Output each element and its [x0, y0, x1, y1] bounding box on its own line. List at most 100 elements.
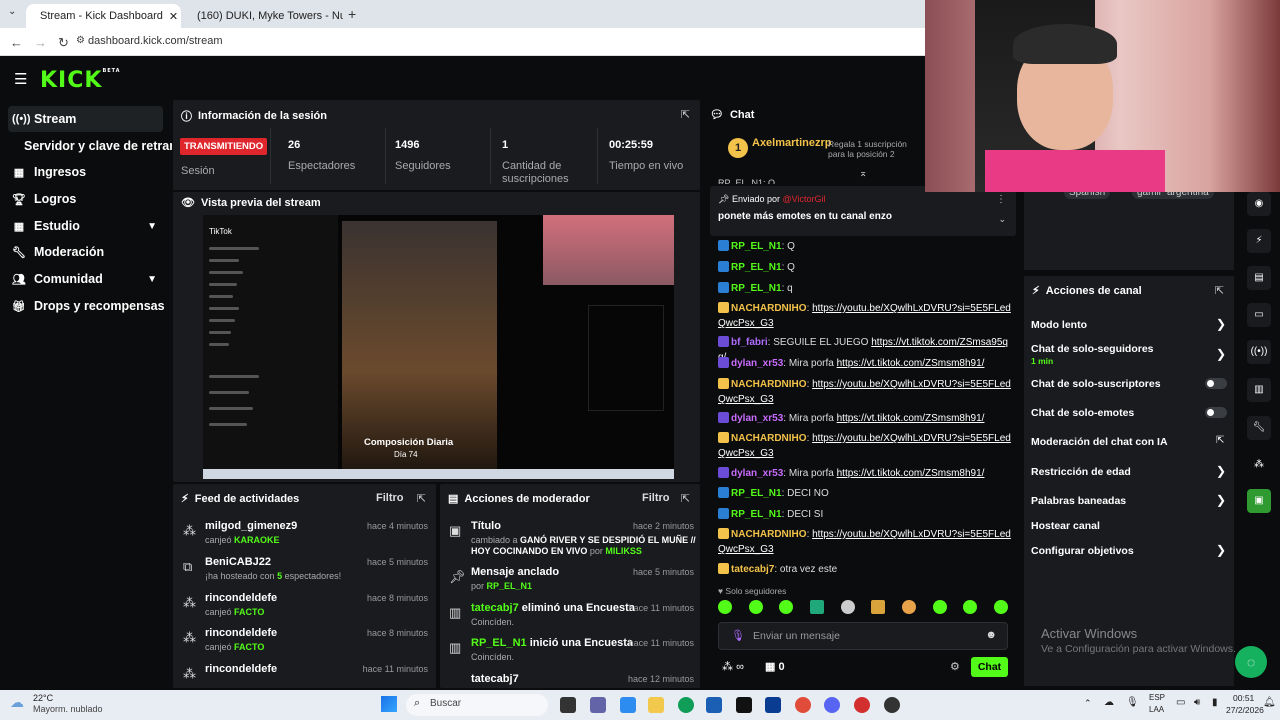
chevron-down-icon[interactable]: ⌄ [998, 214, 1006, 225]
send-chat-button[interactable]: Chat [971, 657, 1008, 677]
chat-username[interactable]: NACHARDNIHO [731, 303, 807, 314]
emote-icon[interactable] [932, 600, 947, 614]
emote-icon[interactable] [901, 600, 916, 614]
sidebar-item-drops[interactable]: 🎁︎ Drops y recompensas [8, 293, 165, 319]
chrome-icon[interactable] [795, 697, 811, 713]
kick-logo[interactable]: KICKBETA [40, 68, 121, 93]
clock-time[interactable]: 00:51 [1233, 693, 1254, 703]
site-info-icon[interactable]: ⚙ [76, 35, 85, 46]
chevron-right-icon[interactable]: ❯ [1216, 493, 1226, 507]
edge-icon[interactable] [678, 697, 694, 713]
language-code[interactable]: ESP [1149, 693, 1165, 702]
chat-username[interactable]: tatecabj7 [731, 564, 774, 575]
sidebar-item-moderacion[interactable]: 🔧︎ Moderación [8, 239, 163, 265]
points-icon[interactable]: ⁂ [1247, 453, 1271, 477]
chat-icon[interactable]: ▭ [1247, 303, 1271, 327]
keyboard-layout[interactable]: LAA [1149, 705, 1164, 714]
chevron-right-icon[interactable]: ❯ [1216, 347, 1226, 361]
chat-username[interactable]: dylan_xr53 [731, 413, 783, 424]
chat-username[interactable]: RP_EL_N1 [731, 283, 782, 294]
chevron-up-icon[interactable]: ⌃ [1084, 698, 1092, 709]
emotes-only-toggle[interactable] [1205, 407, 1227, 418]
sidebar-item-estudio[interactable]: ▦ Estudio ▼ [8, 213, 163, 239]
weather-desc[interactable]: Mayorm. nublado [33, 704, 103, 714]
camera-icon[interactable]: ◉ [1247, 192, 1271, 216]
tab-youtube[interactable]: (160) DUKI, Myke Towers - Nue ✕ [183, 4, 343, 28]
menu-icon[interactable]: ☰ [14, 70, 27, 88]
tiktok-icon[interactable] [736, 697, 752, 713]
feed-user[interactable]: rincondeldefe [205, 592, 277, 604]
copilot-icon[interactable] [620, 697, 636, 713]
emote-icon[interactable] [993, 600, 1008, 614]
app-icon[interactable] [854, 697, 870, 713]
task-view-icon[interactable] [560, 697, 576, 713]
filter-button[interactable]: Filtro [642, 492, 670, 504]
wrench-icon[interactable]: 🔧︎ [1247, 416, 1271, 440]
sidebar-item-server-key[interactable]: Servidor y clave de retransm [20, 133, 172, 159]
back-icon[interactable]: ← [10, 35, 23, 50]
filter-button[interactable]: Filtro [376, 492, 404, 504]
action-banned-words[interactable]: Palabras baneadas [1031, 495, 1231, 507]
popout-icon[interactable]: ⇱ [1215, 284, 1224, 297]
chat-username[interactable]: RP_EL_N1 [731, 241, 782, 252]
broadcast-icon[interactable]: ((•)) [1247, 340, 1271, 364]
chat-link[interactable]: https://vt.tiktok.com/ZSmsm8h91/ [837, 358, 985, 369]
app-icon[interactable]: ▣ [1247, 489, 1271, 513]
feed-user[interactable]: rincondeldefe [205, 627, 277, 639]
support-icon[interactable]: ◌ [1235, 646, 1267, 678]
photoshop-icon[interactable] [765, 697, 781, 713]
action-slow-mode[interactable]: Modo lento [1031, 319, 1231, 331]
sidebar-item-stream[interactable]: ((•)) Stream [8, 106, 163, 132]
gifts-display[interactable]: ▦ 0 [765, 660, 785, 673]
action-goals[interactable]: Configurar objetivos [1031, 545, 1231, 557]
chat-username[interactable]: NACHARDNIHO [731, 433, 807, 444]
action-followers-only[interactable]: Chat de solo-seguidores 1 min [1031, 343, 1231, 367]
sidebar-item-logros[interactable]: 🏆︎ Logros [8, 186, 163, 212]
chat-username[interactable]: RP_EL_N1 [731, 488, 782, 499]
network-icon[interactable]: ☁ [1104, 697, 1114, 708]
wifi-icon[interactable]: ▭ [1176, 697, 1185, 708]
action-host-channel[interactable]: Hostear canal [1031, 520, 1231, 532]
tab-list-icon[interactable]: ⌄ [8, 6, 16, 17]
action-subs-only[interactable]: Chat de solo-suscriptores [1031, 378, 1231, 390]
notifications-icon[interactable]: 🔔︎ [1263, 697, 1276, 708]
emote-icon[interactable] [718, 600, 732, 614]
teams-icon[interactable] [590, 697, 606, 713]
stream-preview-video[interactable]: TikTok Composición Diaria Día 74 [203, 215, 674, 479]
mic-icon[interactable]: 🎙︎ [731, 629, 745, 642]
emote-icon[interactable] [748, 600, 763, 614]
popout-icon[interactable]: ⇱ [681, 492, 690, 505]
bolt-icon[interactable]: ⚡︎ [1247, 229, 1271, 253]
emote-icon[interactable] [840, 600, 855, 614]
sidebar-item-ingresos[interactable]: ▦ Ingresos [8, 159, 163, 185]
chat-link[interactable]: https://vt.tiktok.com/ZSmsm8h91/ [837, 468, 985, 479]
battery-icon[interactable]: ▮ [1212, 697, 1218, 708]
volume-icon[interactable]: 🔊︎ [1194, 697, 1200, 708]
sidebar-item-comunidad[interactable]: 👥︎ Comunidad ▼ [8, 266, 163, 292]
url-field[interactable]: dashboard.kick.com/stream [88, 35, 223, 47]
document-icon[interactable]: ▤ [1247, 266, 1271, 290]
chat-username[interactable]: bf_fabri [731, 337, 768, 348]
action-age-restriction[interactable]: Restricción de edad [1031, 466, 1231, 478]
popout-icon[interactable]: ⇱ [681, 108, 690, 121]
chat-username[interactable]: dylan_xr53 [731, 358, 783, 369]
new-tab-icon[interactable]: + [348, 6, 356, 22]
chevron-right-icon[interactable]: ❯ [1216, 464, 1226, 478]
chevron-right-icon[interactable]: ❯ [1216, 317, 1226, 331]
mic-icon[interactable]: 🎙︎ [1126, 697, 1139, 708]
chevron-right-icon[interactable]: ❯ [1216, 543, 1226, 557]
chat-username[interactable]: RP_EL_N1 [731, 509, 782, 520]
explorer-icon[interactable] [648, 697, 664, 713]
obs-icon[interactable] [884, 697, 900, 713]
feed-user[interactable]: milgod_gimenez9 [205, 520, 297, 532]
action-emotes-only[interactable]: Chat de solo-emotes [1031, 407, 1231, 419]
chat-username[interactable]: dylan_xr53 [731, 468, 783, 479]
start-icon[interactable] [381, 696, 397, 712]
chat-link[interactable]: https://vt.tiktok.com/ZSmsm8h91/ [837, 413, 985, 424]
tab-kick-dashboard[interactable]: Stream - Kick Dashboard ✕ [26, 4, 181, 28]
clock-date[interactable]: 27/2/2026 [1226, 705, 1264, 715]
emote-icon[interactable] [963, 600, 978, 614]
layout-icon[interactable]: ▥ [1247, 378, 1271, 402]
pin-icon[interactable]: ⋮ [996, 194, 1006, 205]
emoji-icon[interactable]: ☻ [985, 629, 997, 641]
